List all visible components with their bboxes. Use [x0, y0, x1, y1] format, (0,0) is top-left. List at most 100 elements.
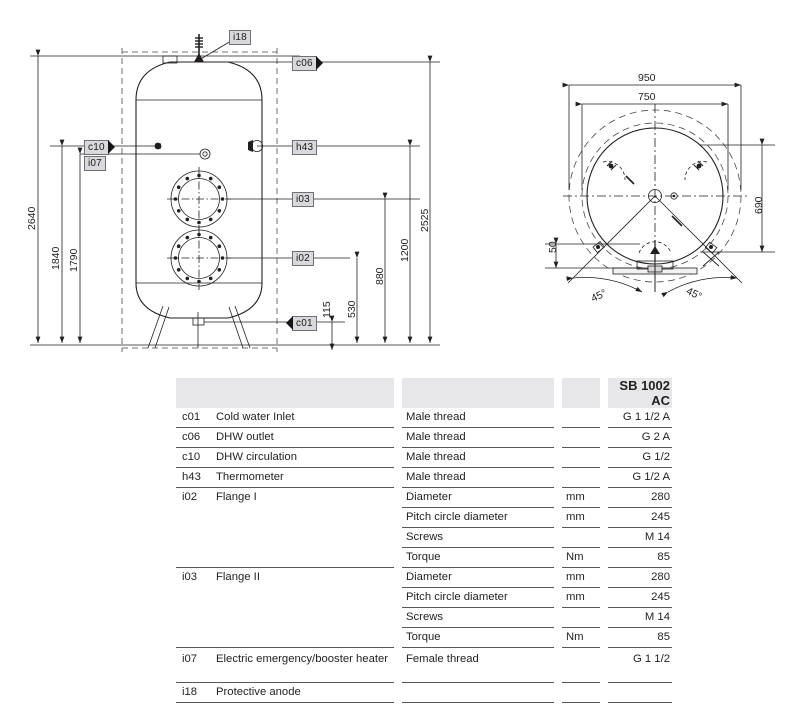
- row-gap: [600, 428, 608, 448]
- row-value: M 14: [608, 607, 672, 628]
- row-gap: [554, 683, 562, 703]
- row-desc: Thermometer: [216, 467, 394, 488]
- row-code: i02: [182, 491, 198, 503]
- row-gap: [394, 648, 402, 683]
- row-gap: [600, 488, 608, 508]
- row-gap: [600, 468, 608, 488]
- row-unit: [562, 447, 600, 468]
- row-value: [608, 682, 672, 703]
- dim-1200: 1200: [399, 238, 411, 262]
- row-code: [176, 528, 216, 548]
- top-view: [545, 82, 775, 298]
- callout-h43: h43: [292, 140, 318, 155]
- technical-drawing: i18 c06 c10 i07 h43 i03 i02 c01 2640 184…: [0, 0, 800, 370]
- table-row: c06 DHW outlet Male thread G 2 A: [176, 427, 672, 448]
- row-gap: [554, 408, 562, 428]
- header-desc: [216, 378, 394, 408]
- row-gap: [394, 508, 402, 528]
- dim-2525: 2525: [419, 208, 431, 232]
- row-gap: [600, 588, 608, 608]
- row-gap: [600, 608, 608, 628]
- row-unit: Nm: [562, 547, 600, 568]
- row-gap: [554, 468, 562, 488]
- row-desc: Electric emergency/booster heater: [216, 647, 394, 683]
- row-gap: [554, 528, 562, 548]
- row-gap: [394, 468, 402, 488]
- table-header-row: SB 1002 AC: [176, 378, 672, 408]
- row-gap: [600, 568, 608, 588]
- row-value: G 2 A: [608, 427, 672, 448]
- flange-lower: [167, 226, 350, 290]
- dim-1840: 1840: [50, 246, 62, 270]
- row-type: Female thread: [402, 647, 554, 683]
- header-gap-3: [600, 378, 608, 408]
- row-code: h43: [176, 467, 216, 488]
- row-gap: [394, 683, 402, 703]
- row-type: Pitch circle diameter: [402, 587, 554, 608]
- row-type: Diameter: [402, 487, 554, 508]
- row-unit: [562, 607, 600, 628]
- row-gap: [394, 628, 402, 648]
- row-gap: [600, 528, 608, 548]
- row-unit: [562, 682, 600, 703]
- row-gap: [600, 628, 608, 648]
- dim-2640: 2640: [26, 206, 38, 230]
- row-gap: [394, 488, 402, 508]
- row-unit: mm: [562, 567, 600, 588]
- dim-750: 750: [638, 91, 656, 103]
- row-type: Diameter: [402, 567, 554, 588]
- row-desc: [216, 508, 394, 528]
- row-gap: [600, 548, 608, 568]
- callout-i02: i02: [292, 251, 314, 266]
- dim-950: 950: [638, 72, 656, 84]
- row-unit: mm: [562, 507, 600, 528]
- table-row: i07 Electric emergency/booster heater Fe…: [176, 647, 672, 683]
- row-code: [176, 588, 216, 608]
- row-type: Torque: [402, 627, 554, 648]
- dimensions-left: [35, 49, 83, 343]
- table-row: i18 Protective anode: [176, 682, 672, 703]
- row-value: G 1/2: [608, 447, 672, 468]
- row-type: [402, 682, 554, 703]
- row-code: c10: [176, 447, 216, 468]
- row-code: c06: [176, 427, 216, 448]
- row-desc: [216, 528, 394, 548]
- callout-i07: i07: [84, 156, 106, 171]
- row-gap: [554, 548, 562, 568]
- row-gap: [600, 508, 608, 528]
- row-unit: mm: [562, 587, 600, 608]
- row-code: i07: [176, 647, 216, 683]
- row-gap: [554, 448, 562, 468]
- callout-c06: c06: [292, 56, 323, 71]
- header-type: [402, 378, 554, 408]
- header-gap-1: [394, 378, 402, 408]
- row-code: i18: [176, 682, 216, 703]
- table-row: Pitch circle diameter mm 245: [176, 507, 672, 528]
- row-gap: [554, 568, 562, 588]
- row-code: [176, 508, 216, 528]
- table-row: Torque Nm 85: [176, 547, 672, 568]
- row-unit: [562, 527, 600, 548]
- row-code: i03: [182, 571, 198, 583]
- header-gap-2: [554, 378, 562, 408]
- row-desc: [216, 547, 394, 568]
- row-value: 280: [608, 487, 672, 508]
- row-code: [176, 608, 216, 628]
- row-value: M 14: [608, 527, 672, 548]
- table-row: Screws M 14: [176, 527, 672, 548]
- row-value: G 1 1/2: [608, 647, 672, 683]
- row-value: 85: [608, 627, 672, 648]
- spec-table-element: SB 1002 AC c01 Cold water Inlet Male thr…: [176, 378, 672, 703]
- row-code: [176, 627, 216, 648]
- row-gap: [554, 628, 562, 648]
- row-unit: Nm: [562, 627, 600, 648]
- callout-i18: i18: [229, 30, 251, 45]
- row-type: Male thread: [402, 447, 554, 468]
- dim-690: 690: [753, 196, 765, 214]
- row-gap: [554, 488, 562, 508]
- header-unit: [562, 378, 600, 408]
- row-gap: [394, 528, 402, 548]
- dim-530: 530: [346, 300, 358, 318]
- row-value: 280: [608, 567, 672, 588]
- row-unit: [562, 467, 600, 488]
